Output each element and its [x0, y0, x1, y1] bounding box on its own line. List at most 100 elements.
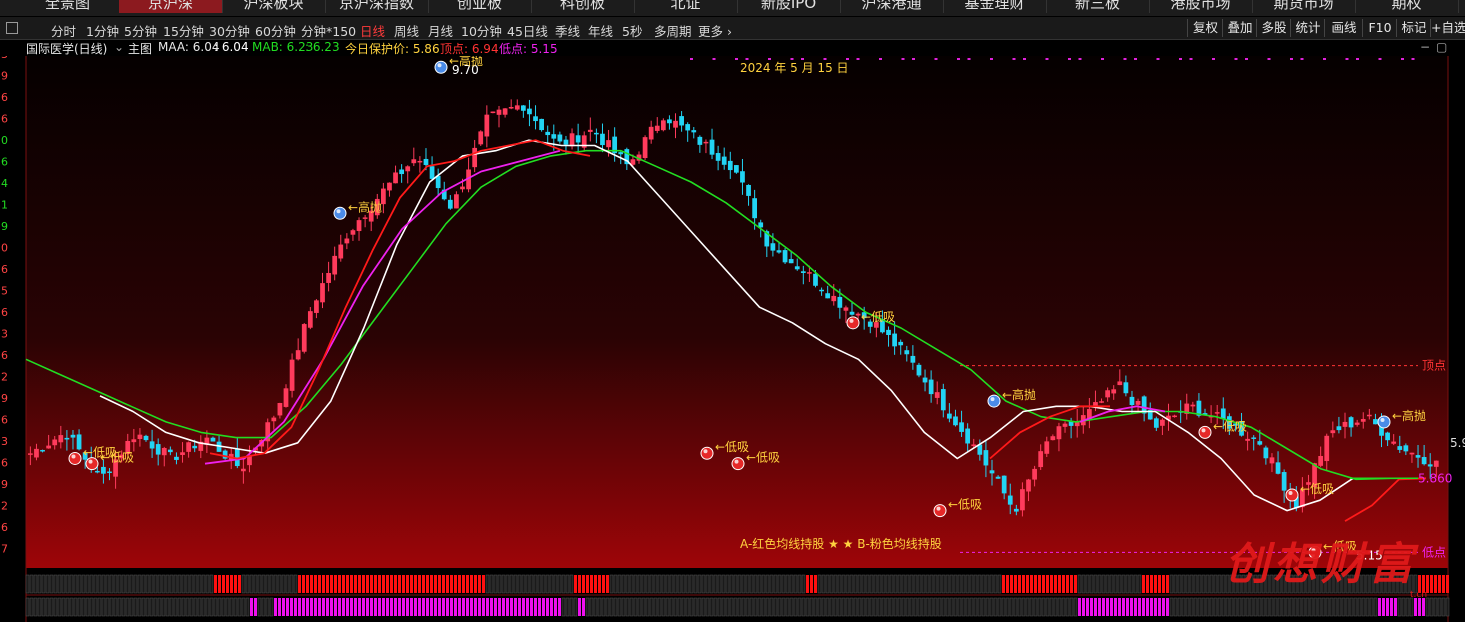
period-3[interactable]: 15分钟 — [163, 21, 204, 40]
b-bar-cell-110 — [109, 597, 114, 617]
a-bar-cell-1038 — [1038, 575, 1041, 593]
b-bar-cell-550 — [550, 598, 553, 616]
tool-4[interactable]: 画线 — [1324, 19, 1363, 37]
b-bar-cell-38 — [37, 597, 42, 617]
period-7[interactable]: 日线 — [360, 21, 385, 40]
a-bar-cell-438 — [438, 575, 441, 593]
a-bar-cell-858 — [857, 574, 862, 594]
a-bar-cell-1186 — [1185, 574, 1190, 594]
left-axis-label-21: 2 — [1, 500, 8, 513]
candle-body-125 — [788, 259, 794, 264]
right-edge-price: 5.9 — [1450, 436, 1465, 450]
buy-signal-shine-1 — [88, 459, 93, 464]
maximize-icon[interactable]: ▢ — [1436, 40, 1447, 54]
candle-body-191 — [1190, 404, 1196, 407]
candle-body-41 — [277, 402, 283, 416]
candle-body-84 — [539, 118, 544, 131]
period-12[interactable]: 季线 — [555, 21, 580, 40]
b-bar-cell-962 — [961, 597, 966, 617]
period-9[interactable]: 月线 — [428, 21, 453, 40]
minimize-icon[interactable]: − — [1420, 40, 1430, 54]
a-bar-cell-1134 — [1133, 574, 1138, 594]
b-bar-cell-126 — [125, 597, 130, 617]
a-bar-cell-1018 — [1018, 575, 1021, 593]
b-bar-cell-970 — [969, 597, 974, 617]
a-bar-cell-166 — [165, 574, 170, 594]
period-11[interactable]: 45日线 — [507, 21, 548, 40]
period-0[interactable]: 分时 — [51, 21, 76, 40]
b-bar-cell-554 — [554, 598, 557, 616]
candle-body-69 — [447, 199, 453, 209]
a-bar-cell-406 — [406, 575, 409, 593]
top-tab-10[interactable]: 新三板 — [1046, 0, 1150, 13]
top-tab-8[interactable]: 沪深港通 — [840, 0, 944, 13]
b-bar-cell-1150 — [1150, 598, 1153, 616]
b-bar-cell-290 — [290, 598, 293, 616]
period-5[interactable]: 60分钟 — [255, 21, 296, 40]
top-tab-0[interactable]: 全景图 — [16, 0, 120, 13]
b-bar-cell-726 — [725, 597, 730, 617]
b-bar-cell-346 — [346, 598, 349, 616]
tool-3[interactable]: 统计 — [1290, 19, 1325, 37]
a-bar-cell-434 — [434, 575, 437, 593]
top-tab-7[interactable]: 新股IPO — [737, 0, 841, 13]
top-tab-3[interactable]: 京沪深指数 — [325, 0, 429, 13]
a-bar-cell-646 — [645, 574, 650, 594]
a-bar-cell-622 — [621, 574, 626, 594]
b-bar-cell-506 — [506, 598, 509, 616]
b-bar-cell-1398 — [1397, 597, 1402, 617]
main-chart-label[interactable]: 主图 — [128, 40, 152, 57]
tool-6[interactable]: 标记 — [1396, 19, 1431, 37]
period-16[interactable]: 更多 › — [698, 21, 732, 40]
period-10[interactable]: 10分钟 — [461, 21, 502, 40]
top-tab-13[interactable]: 期权 — [1355, 0, 1459, 13]
top-tab-2[interactable]: 沪深板块 — [222, 0, 326, 13]
tool-7[interactable]: +自选 — [1430, 19, 1465, 37]
period-15[interactable]: 多周期 — [654, 21, 692, 40]
tool-2[interactable]: 多股 — [1256, 19, 1291, 37]
a-bar-cell-838 — [837, 574, 842, 594]
a-bar-cell-538 — [537, 574, 542, 594]
period-8[interactable]: 周线 — [394, 21, 419, 40]
a-bar-cell-506 — [505, 574, 510, 594]
b-bar-cell-686 — [685, 597, 690, 617]
period-13[interactable]: 年线 — [588, 21, 613, 40]
tool-1[interactable]: 叠加 — [1222, 19, 1257, 37]
candle-body-2 — [40, 450, 45, 452]
top-tab-11[interactable]: 港股市场 — [1149, 0, 1253, 13]
b-bar-cell-666 — [665, 597, 670, 617]
a-bar-cell-502 — [501, 574, 506, 594]
period-4[interactable]: 30分钟 — [209, 21, 250, 40]
period-2[interactable]: 5分钟 — [124, 21, 157, 40]
a-bar-cell-550 — [549, 574, 554, 594]
b-bar-cell-222 — [221, 597, 226, 617]
period-14[interactable]: 5秒 — [622, 21, 642, 40]
a-bar-cell-618 — [617, 574, 622, 594]
b-bar-cell-1374 — [1373, 597, 1378, 617]
a-bar-cell-1026 — [1026, 575, 1029, 593]
top-tab-4[interactable]: 创业板 — [428, 0, 532, 13]
buy-signal-label-1: ←低吸 — [100, 451, 134, 465]
a-bar-cell-578 — [578, 575, 581, 593]
period-6[interactable]: 分钟*150 — [301, 21, 356, 40]
top-tab-1[interactable]: 京沪深 — [119, 0, 223, 13]
candle-body-123 — [776, 250, 782, 253]
chevron-down-icon[interactable]: ⌄ — [114, 40, 124, 54]
b-bar-cell-598 — [597, 597, 602, 617]
b-bar-cell-410 — [410, 598, 413, 616]
top-tick-35 — [1345, 58, 1349, 60]
top-tab-12[interactable]: 期货市场 — [1252, 0, 1356, 13]
top-tab-6[interactable]: 北证 — [634, 0, 738, 13]
top-tab-5[interactable]: 科创板 — [531, 0, 635, 13]
a-bar-cell-78 — [77, 574, 82, 594]
top-tab-9[interactable]: 基金理财 — [943, 0, 1047, 13]
sidebar-toggle-icon[interactable] — [6, 22, 18, 34]
period-1[interactable]: 1分钟 — [86, 21, 119, 40]
tool-0[interactable]: 复权 — [1187, 19, 1223, 37]
candle-body-115 — [727, 160, 733, 171]
tool-5[interactable]: F10 — [1362, 19, 1397, 37]
a-bar-cell-582 — [582, 575, 585, 593]
b-bar-cell-1370 — [1369, 597, 1374, 617]
b-bar-cell-258 — [257, 597, 262, 617]
a-bar-cell-1174 — [1173, 574, 1178, 594]
